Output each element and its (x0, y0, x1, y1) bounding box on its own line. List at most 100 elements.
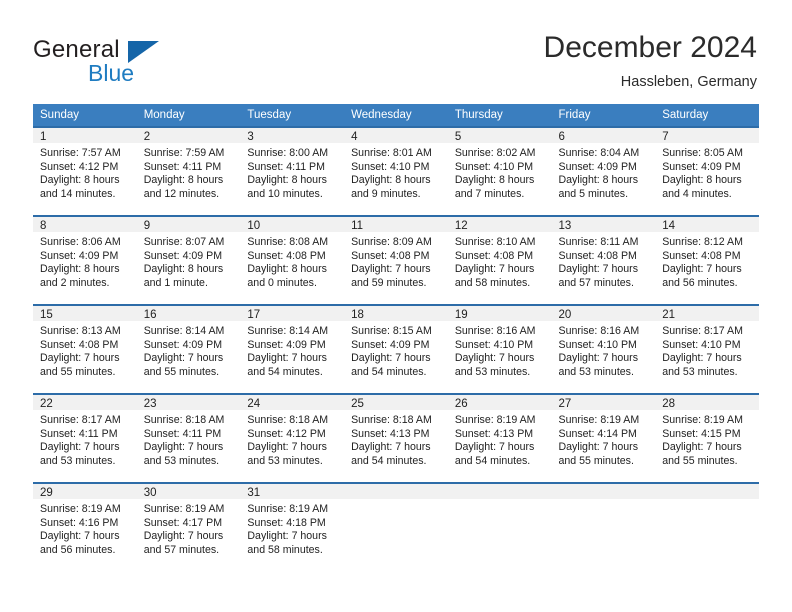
day-detail-sunset: Sunset: 4:08 PM (40, 338, 119, 351)
day-number: 12 (447, 215, 552, 232)
day-detail-daylight2: and 58 minutes. (247, 543, 323, 556)
day-details: Sunrise: 8:09 AM Sunset: 4:08 PM Daylight:… (344, 232, 448, 290)
day-detail-daylight2: and 53 minutes. (143, 454, 220, 467)
calendar-day-cell[interactable]: 23 Sunrise: 8:18 AM Sunset: 4:11 PM Dayligh… (136, 393, 241, 482)
day-detail-daylight1: Daylight: 7 hours (454, 352, 535, 365)
day-details: Sunrise: 7:57 AM Sunset: 4:12 PM Daylight:… (33, 143, 137, 201)
calendar-day-cell[interactable]: 6 Sunrise: 8:04 AM Sunset: 4:09 PM Daylight… (551, 126, 656, 215)
day-detail-sunset: Sunset: 4:15 PM (662, 427, 741, 440)
calendar-week-row: 29 Sunrise: 8:19 AM Sunset: 4:16 PM Dayligh… (33, 482, 759, 571)
day-number: 19 (447, 304, 552, 321)
calendar-day-cell-empty (655, 482, 759, 571)
calendar-day-cell[interactable]: 14 Sunrise: 8:12 AM Sunset: 4:08 PM Dayligh… (655, 215, 759, 304)
day-detail-daylight2: and 0 minutes. (247, 276, 317, 289)
day-detail-sunrise: Sunrise: 8:09 AM (351, 236, 432, 248)
calendar-day-cell[interactable]: 18 Sunrise: 8:15 AM Sunset: 4:09 PM Dayligh… (344, 304, 448, 393)
day-details: Sunrise: 8:05 AM Sunset: 4:09 PM Daylight:… (655, 143, 759, 201)
calendar-day-cell[interactable]: 31 Sunrise: 8:19 AM Sunset: 4:18 PM Dayligh… (240, 482, 345, 571)
day-detail-daylight1: Daylight: 7 hours (558, 352, 639, 365)
day-number: 5 (447, 126, 552, 143)
day-detail-sunrise: Sunrise: 8:19 AM (143, 503, 225, 515)
day-detail-daylight2: and 57 minutes. (558, 276, 634, 289)
calendar-day-cell[interactable]: 28 Sunrise: 8:19 AM Sunset: 4:15 PM Dayligh… (655, 393, 759, 482)
day-detail-daylight2: and 12 minutes. (143, 187, 220, 200)
day-detail-sunset: Sunset: 4:11 PM (247, 160, 325, 173)
day-details: Sunrise: 8:13 AM Sunset: 4:08 PM Daylight:… (33, 321, 137, 379)
day-detail-daylight1: Daylight: 7 hours (40, 441, 120, 454)
day-details: Sunrise: 8:19 AM Sunset: 4:16 PM Daylight:… (33, 499, 137, 557)
brand-logo[interactable]: General Blue (33, 36, 233, 88)
day-number: 20 (551, 304, 656, 321)
day-detail-daylight2: and 1 minute. (143, 276, 208, 289)
day-details: Sunrise: 8:18 AM Sunset: 4:12 PM Daylight:… (240, 410, 344, 468)
day-detail-sunrise: Sunrise: 8:19 AM (662, 414, 743, 426)
day-detail-daylight2: and 56 minutes. (662, 276, 738, 289)
day-detail-daylight1: Daylight: 7 hours (351, 352, 431, 365)
day-detail-daylight2: and 56 minutes. (40, 543, 116, 556)
day-detail-daylight1: Daylight: 8 hours (40, 174, 120, 187)
day-detail-sunset: Sunset: 4:09 PM (247, 338, 326, 351)
day-details: Sunrise: 8:19 AM Sunset: 4:17 PM Daylight:… (137, 499, 241, 557)
calendar-day-cell[interactable]: 5 Sunrise: 8:02 AM Sunset: 4:10 PM Daylight… (447, 126, 552, 215)
calendar-day-cell[interactable]: 24 Sunrise: 8:18 AM Sunset: 4:12 PM Dayligh… (240, 393, 345, 482)
day-detail-daylight2: and 2 minutes. (40, 276, 110, 289)
calendar-day-cell[interactable]: 2 Sunrise: 7:59 AM Sunset: 4:11 PM Daylight… (136, 126, 241, 215)
day-number: 1 (33, 126, 137, 143)
calendar-day-cell[interactable]: 17 Sunrise: 8:14 AM Sunset: 4:09 PM Dayligh… (240, 304, 345, 393)
day-detail-daylight2: and 14 minutes. (40, 187, 116, 200)
weekday-header-saturday: Saturday (655, 104, 759, 126)
day-detail-sunset: Sunset: 4:09 PM (662, 160, 741, 173)
weekday-header-monday: Monday (136, 104, 241, 126)
day-detail-daylight1: Daylight: 8 hours (143, 174, 224, 187)
calendar-day-cell[interactable]: 8 Sunrise: 8:06 AM Sunset: 4:09 PM Daylight… (33, 215, 137, 304)
calendar-day-cell[interactable]: 4 Sunrise: 8:01 AM Sunset: 4:10 PM Daylight… (344, 126, 448, 215)
day-detail-daylight2: and 53 minutes. (40, 454, 116, 467)
calendar-day-cell[interactable]: 26 Sunrise: 8:19 AM Sunset: 4:13 PM Dayligh… (447, 393, 552, 482)
calendar-day-cell[interactable]: 27 Sunrise: 8:19 AM Sunset: 4:14 PM Dayligh… (551, 393, 656, 482)
day-detail-sunset: Sunset: 4:10 PM (558, 338, 637, 351)
calendar-day-cell-empty (447, 482, 552, 571)
day-detail-sunrise: Sunrise: 8:16 AM (454, 325, 536, 337)
calendar-day-cell[interactable]: 13 Sunrise: 8:11 AM Sunset: 4:08 PM Dayligh… (551, 215, 656, 304)
calendar-day-cell[interactable]: 15 Sunrise: 8:13 AM Sunset: 4:08 PM Dayligh… (33, 304, 137, 393)
day-detail-daylight1: Daylight: 7 hours (143, 530, 224, 543)
calendar-day-cell[interactable]: 10 Sunrise: 8:08 AM Sunset: 4:08 PM Dayligh… (240, 215, 345, 304)
day-details: Sunrise: 8:19 AM Sunset: 4:18 PM Daylight:… (240, 499, 344, 557)
day-detail-sunset: Sunset: 4:09 PM (558, 160, 637, 173)
day-detail-sunset: Sunset: 4:09 PM (351, 338, 430, 351)
day-details: Sunrise: 8:10 AM Sunset: 4:08 PM Daylight:… (448, 232, 552, 290)
day-detail-sunrise: Sunrise: 8:14 AM (143, 325, 225, 337)
calendar-day-cell[interactable]: 7 Sunrise: 8:05 AM Sunset: 4:09 PM Daylight… (655, 126, 759, 215)
calendar-day-cell[interactable]: 29 Sunrise: 8:19 AM Sunset: 4:16 PM Dayligh… (33, 482, 137, 571)
calendar-day-cell[interactable]: 12 Sunrise: 8:10 AM Sunset: 4:08 PM Dayligh… (447, 215, 552, 304)
day-detail-daylight2: and 53 minutes. (558, 365, 634, 378)
calendar-day-cell[interactable]: 1 Sunrise: 7:57 AM Sunset: 4:12 PM Daylight… (33, 126, 137, 215)
calendar-day-cell[interactable]: 3 Sunrise: 8:00 AM Sunset: 4:11 PM Daylight… (240, 126, 345, 215)
day-details: Sunrise: 8:18 AM Sunset: 4:13 PM Daylight:… (344, 410, 448, 468)
day-detail-sunrise: Sunrise: 8:19 AM (558, 414, 640, 426)
day-number: 30 (136, 482, 241, 499)
calendar-day-cell[interactable]: 21 Sunrise: 8:17 AM Sunset: 4:10 PM Dayligh… (655, 304, 759, 393)
day-details: Sunrise: 8:01 AM Sunset: 4:10 PM Daylight:… (344, 143, 448, 201)
day-number: 21 (655, 304, 759, 321)
day-details: Sunrise: 8:19 AM Sunset: 4:13 PM Daylight:… (448, 410, 552, 468)
day-detail-daylight1: Daylight: 8 hours (351, 174, 431, 187)
calendar-day-cell[interactable]: 11 Sunrise: 8:09 AM Sunset: 4:08 PM Dayligh… (344, 215, 448, 304)
day-details: Sunrise: 8:14 AM Sunset: 4:09 PM Daylight:… (240, 321, 344, 379)
calendar-day-cell[interactable]: 19 Sunrise: 8:16 AM Sunset: 4:10 PM Dayligh… (447, 304, 552, 393)
calendar-day-cell[interactable]: 16 Sunrise: 8:14 AM Sunset: 4:09 PM Dayligh… (136, 304, 241, 393)
day-detail-sunrise: Sunrise: 8:19 AM (454, 414, 536, 426)
calendar-day-cell[interactable]: 30 Sunrise: 8:19 AM Sunset: 4:17 PM Dayligh… (136, 482, 241, 571)
day-detail-sunrise: Sunrise: 8:02 AM (454, 147, 536, 159)
calendar-day-cell[interactable]: 20 Sunrise: 8:16 AM Sunset: 4:10 PM Dayligh… (551, 304, 656, 393)
day-detail-daylight1: Daylight: 7 hours (662, 263, 742, 276)
calendar-day-cell-empty (551, 482, 656, 571)
day-number: 8 (33, 215, 137, 232)
day-details: Sunrise: 8:02 AM Sunset: 4:10 PM Daylight:… (448, 143, 552, 201)
calendar-day-cell[interactable]: 22 Sunrise: 8:17 AM Sunset: 4:11 PM Dayligh… (33, 393, 137, 482)
calendar-table: Sunday Monday Tuesday Wednesday Thursday… (33, 104, 759, 571)
day-detail-daylight1: Daylight: 8 hours (247, 263, 327, 276)
calendar-day-cell[interactable]: 9 Sunrise: 8:07 AM Sunset: 4:09 PM Daylight… (136, 215, 241, 304)
day-details: Sunrise: 8:12 AM Sunset: 4:08 PM Daylight:… (655, 232, 759, 290)
calendar-day-cell[interactable]: 25 Sunrise: 8:18 AM Sunset: 4:13 PM Dayligh… (344, 393, 448, 482)
